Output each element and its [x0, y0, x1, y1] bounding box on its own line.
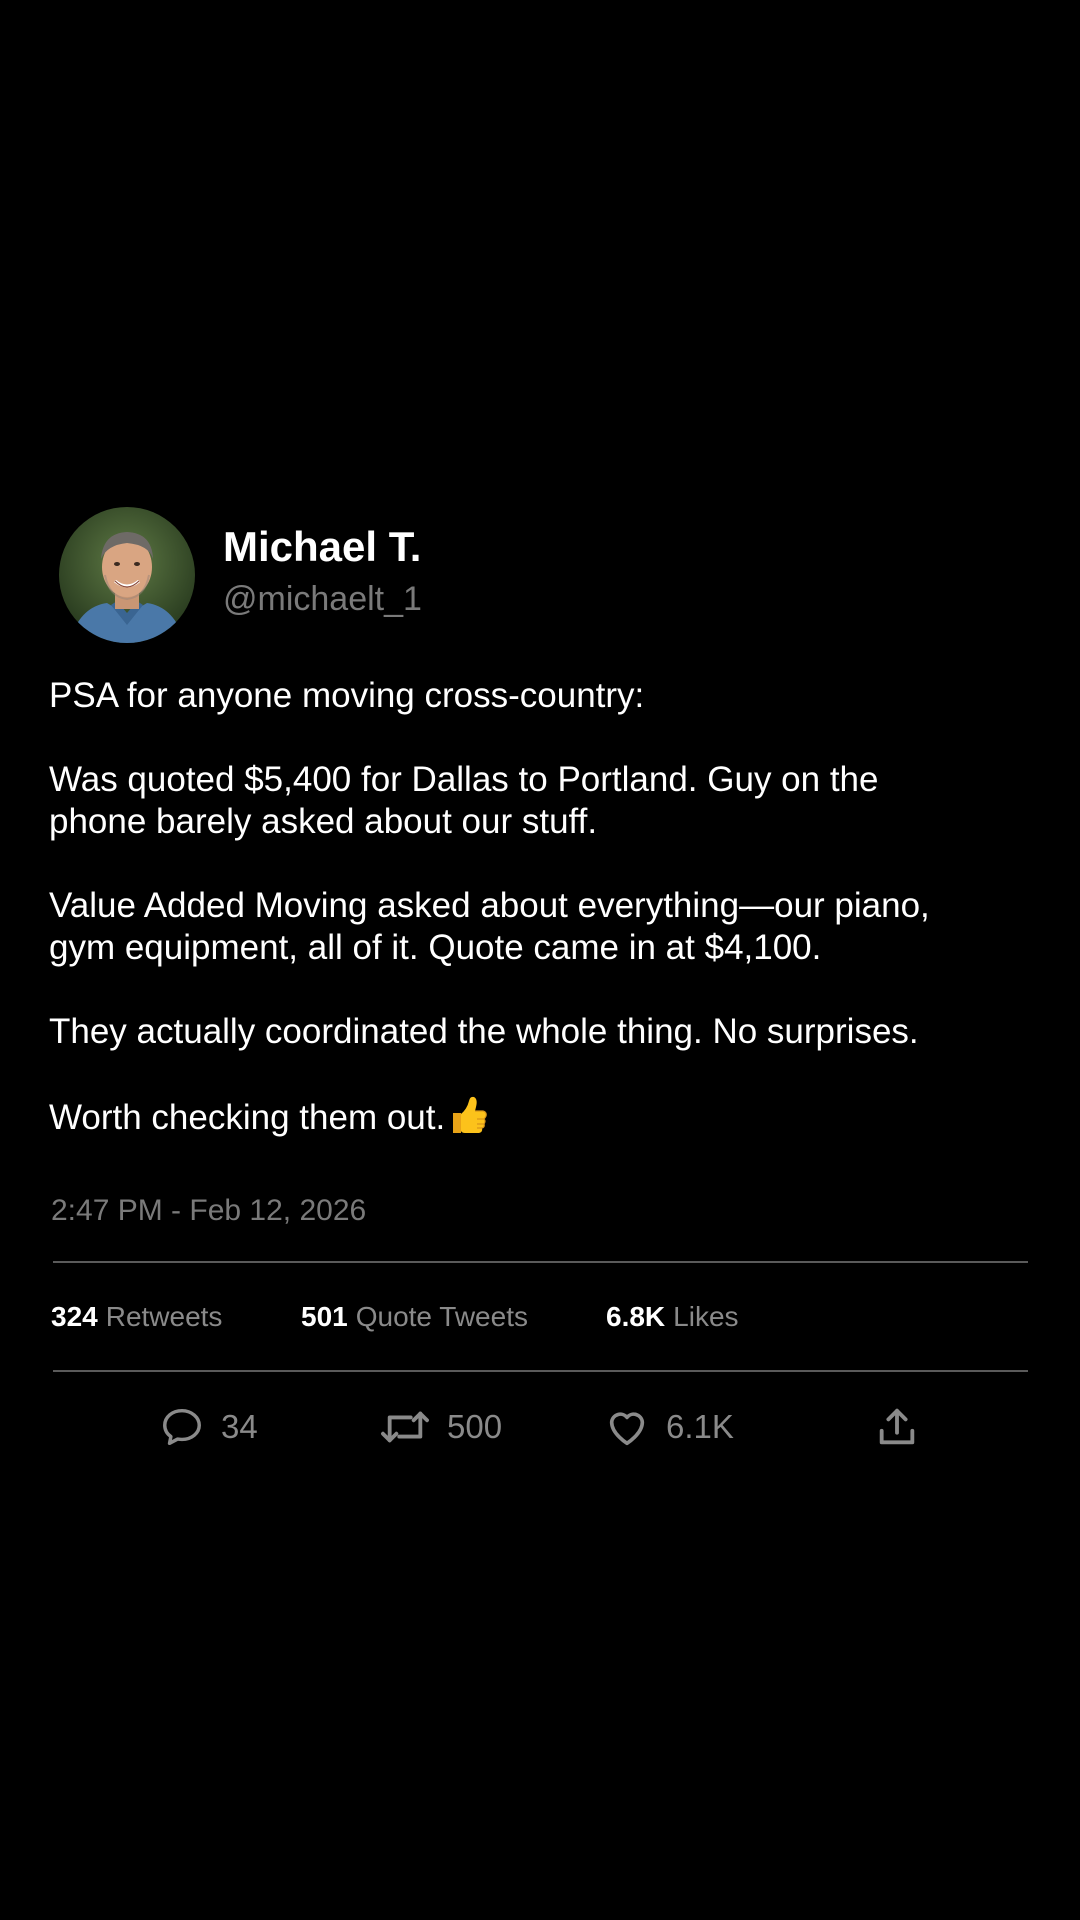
tweet-body: PSA for anyone moving cross-country: Was…: [49, 675, 1029, 1145]
retweets-count: 324: [51, 1300, 98, 1332]
action-bar: 34 500 6.1K: [49, 1372, 1029, 1492]
tweet-paragraph: Value Added Moving asked about everythin…: [49, 886, 930, 967]
tweet-paragraph-text: Worth checking them out.: [49, 1098, 446, 1137]
quote-tweets-stat[interactable]: 501 Quote Tweets: [301, 1301, 606, 1333]
author-display-name[interactable]: Michael T.: [223, 521, 422, 573]
tweet-paragraph: Was quoted $5,400 for Dallas to Portland…: [49, 760, 879, 841]
engagement-stats: 324 Retweets 501 Quote Tweets 6.8K Likes: [51, 1263, 1029, 1370]
author-handle[interactable]: @michaelt_1: [223, 575, 422, 623]
retweets-label: Retweets: [105, 1300, 223, 1332]
likes-label: Likes: [673, 1300, 739, 1332]
tweet-card: Michael T. @michaelt_1 PSA for anyone mo…: [49, 505, 1029, 1492]
retweet-count: 500: [447, 1408, 503, 1445]
avatar-image: [59, 507, 195, 643]
reply-button[interactable]: 34: [159, 1402, 258, 1452]
author-names: Michael T. @michaelt_1: [223, 521, 422, 623]
like-button[interactable]: 6.1K: [604, 1402, 734, 1452]
tweet-header: Michael T. @michaelt_1: [59, 505, 1029, 645]
avatar[interactable]: [59, 507, 195, 643]
tweet-paragraph: PSA for anyone moving cross-country:: [49, 676, 645, 715]
like-count: 6.1K: [666, 1408, 734, 1445]
retweet-button[interactable]: 500: [379, 1402, 502, 1452]
quote-tweets-count: 501: [301, 1300, 348, 1332]
tweet-paragraph-last: Worth checking them out.: [49, 1095, 1029, 1145]
likes-count: 6.8K: [606, 1300, 666, 1332]
tweet-timestamp[interactable]: 2:47 PM - Feb 12, 2026: [51, 1191, 1029, 1231]
thumbs-up-emoji-icon: [449, 1095, 488, 1145]
retweets-stat[interactable]: 324 Retweets: [51, 1301, 301, 1333]
retweet-icon: [381, 1411, 429, 1443]
tweet-paragraph: They actually coordinated the whole thin…: [49, 1012, 919, 1051]
share-icon: [879, 1408, 915, 1445]
likes-stat[interactable]: 6.8K Likes: [606, 1301, 739, 1333]
comment-icon: [163, 1408, 201, 1446]
heart-icon: [609, 1412, 645, 1446]
reply-count: 34: [221, 1408, 258, 1445]
quote-tweets-label: Quote Tweets: [355, 1300, 528, 1332]
share-button[interactable]: [874, 1402, 920, 1452]
